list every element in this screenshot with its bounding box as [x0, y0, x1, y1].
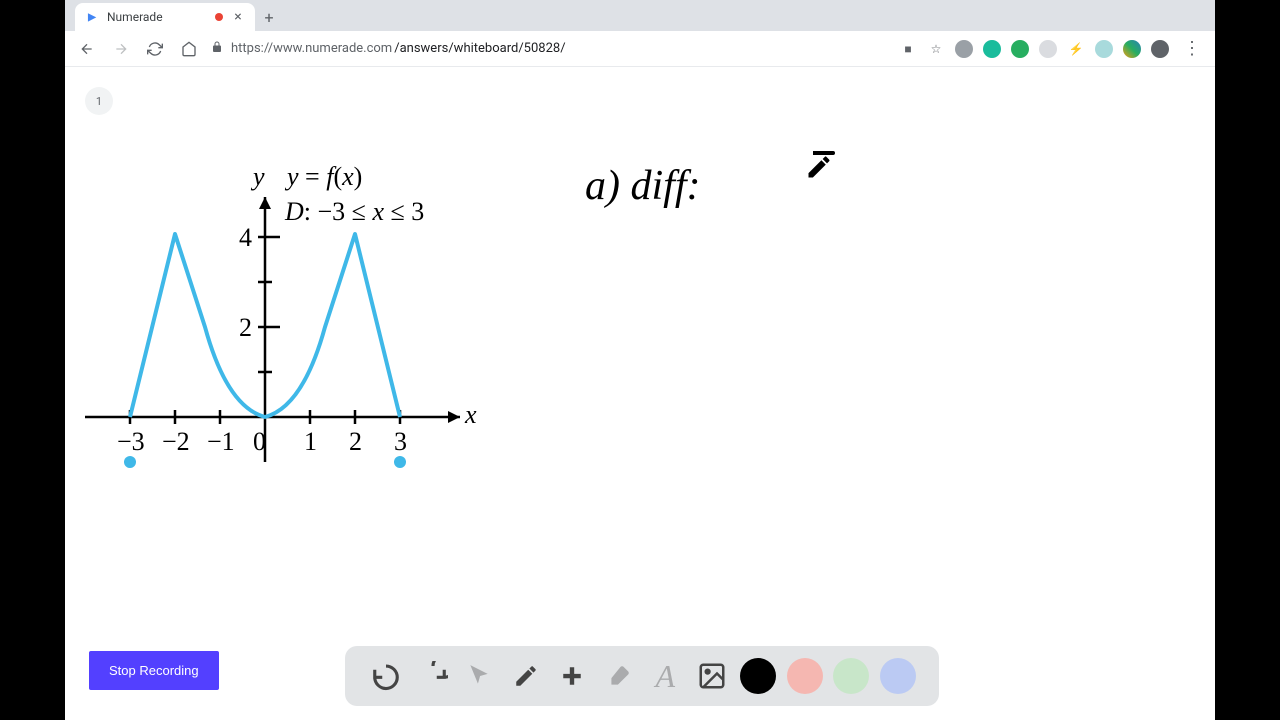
handwritten-note: a) diff:	[585, 162, 700, 210]
redo-button[interactable]	[415, 658, 451, 694]
whiteboard-toolbar: A	[345, 646, 939, 706]
tab-favicon-icon: ▶	[85, 10, 99, 24]
text-tool[interactable]: A	[647, 658, 683, 694]
url-host: https://www.numerade.com	[231, 41, 392, 56]
recording-indicator-icon	[215, 13, 223, 21]
new-tab-button[interactable]: +	[255, 3, 283, 31]
y-tick-4: 4	[239, 223, 252, 252]
browser-menu-icon[interactable]: ⋮	[1179, 38, 1205, 59]
url-box[interactable]: https://www.numerade.com/answers/whitebo…	[211, 41, 889, 56]
home-button[interactable]	[177, 37, 201, 61]
stop-recording-button[interactable]: Stop Recording	[89, 651, 219, 690]
reload-button[interactable]	[143, 37, 167, 61]
tab-bar: ▶ Numerade × +	[65, 0, 1215, 31]
undo-button[interactable]	[368, 658, 404, 694]
color-blue[interactable]	[880, 658, 916, 694]
pen-tool[interactable]	[508, 658, 544, 694]
lock-icon	[211, 41, 223, 56]
ext-3-icon[interactable]	[1011, 40, 1029, 58]
add-tool[interactable]	[554, 658, 590, 694]
profile-avatar-icon[interactable]	[1151, 40, 1169, 58]
pointer-tool[interactable]	[461, 658, 497, 694]
x-tick-3: 3	[394, 427, 407, 456]
ext-6-icon[interactable]	[1095, 40, 1113, 58]
ext-5-icon[interactable]: ⚡	[1067, 40, 1085, 58]
tab-title: Numerade	[107, 10, 207, 24]
color-green[interactable]	[833, 658, 869, 694]
address-bar: https://www.numerade.com/answers/whitebo…	[65, 31, 1215, 67]
x-tick-neg3: −3	[117, 427, 145, 456]
ext-1-icon[interactable]	[955, 40, 973, 58]
ext-7-icon[interactable]	[1123, 40, 1141, 58]
x-tick-0: 0	[253, 427, 266, 456]
bookmark-star-icon[interactable]: ☆	[927, 40, 945, 58]
graph-svg: −3 −2 −1 0 1 2 3 2 4	[75, 162, 495, 502]
color-black[interactable]	[740, 658, 776, 694]
pen-cursor-icon	[805, 153, 833, 185]
video-icon[interactable]: ■	[899, 40, 917, 58]
tab-close-icon[interactable]: ×	[231, 10, 245, 24]
ext-4-icon[interactable]	[1039, 40, 1057, 58]
extension-icons: ■ ☆ ⚡ ⋮	[899, 38, 1205, 59]
whiteboard-content: 1 y y = f(x) D: −3 ≤ x ≤ 3 x	[65, 67, 1215, 720]
x-tick-2: 2	[349, 427, 362, 456]
ext-2-icon[interactable]	[983, 40, 1001, 58]
image-tool[interactable]	[694, 658, 730, 694]
url-path: /answers/whiteboard/50828/	[394, 41, 565, 56]
forward-button[interactable]	[109, 37, 133, 61]
browser-tab[interactable]: ▶ Numerade ×	[75, 3, 255, 31]
browser-window: ▶ Numerade × + https://www.numerade.com/…	[65, 0, 1215, 720]
x-tick-neg1: −1	[207, 427, 235, 456]
graph-area: y y = f(x) D: −3 ≤ x ≤ 3 x	[75, 162, 495, 492]
x-tick-1: 1	[304, 427, 317, 456]
color-red[interactable]	[787, 658, 823, 694]
back-button[interactable]	[75, 37, 99, 61]
x-tick-neg2: −2	[162, 427, 190, 456]
y-tick-2: 2	[239, 313, 252, 342]
page-indicator[interactable]: 1	[85, 87, 113, 115]
eraser-tool[interactable]	[601, 658, 637, 694]
